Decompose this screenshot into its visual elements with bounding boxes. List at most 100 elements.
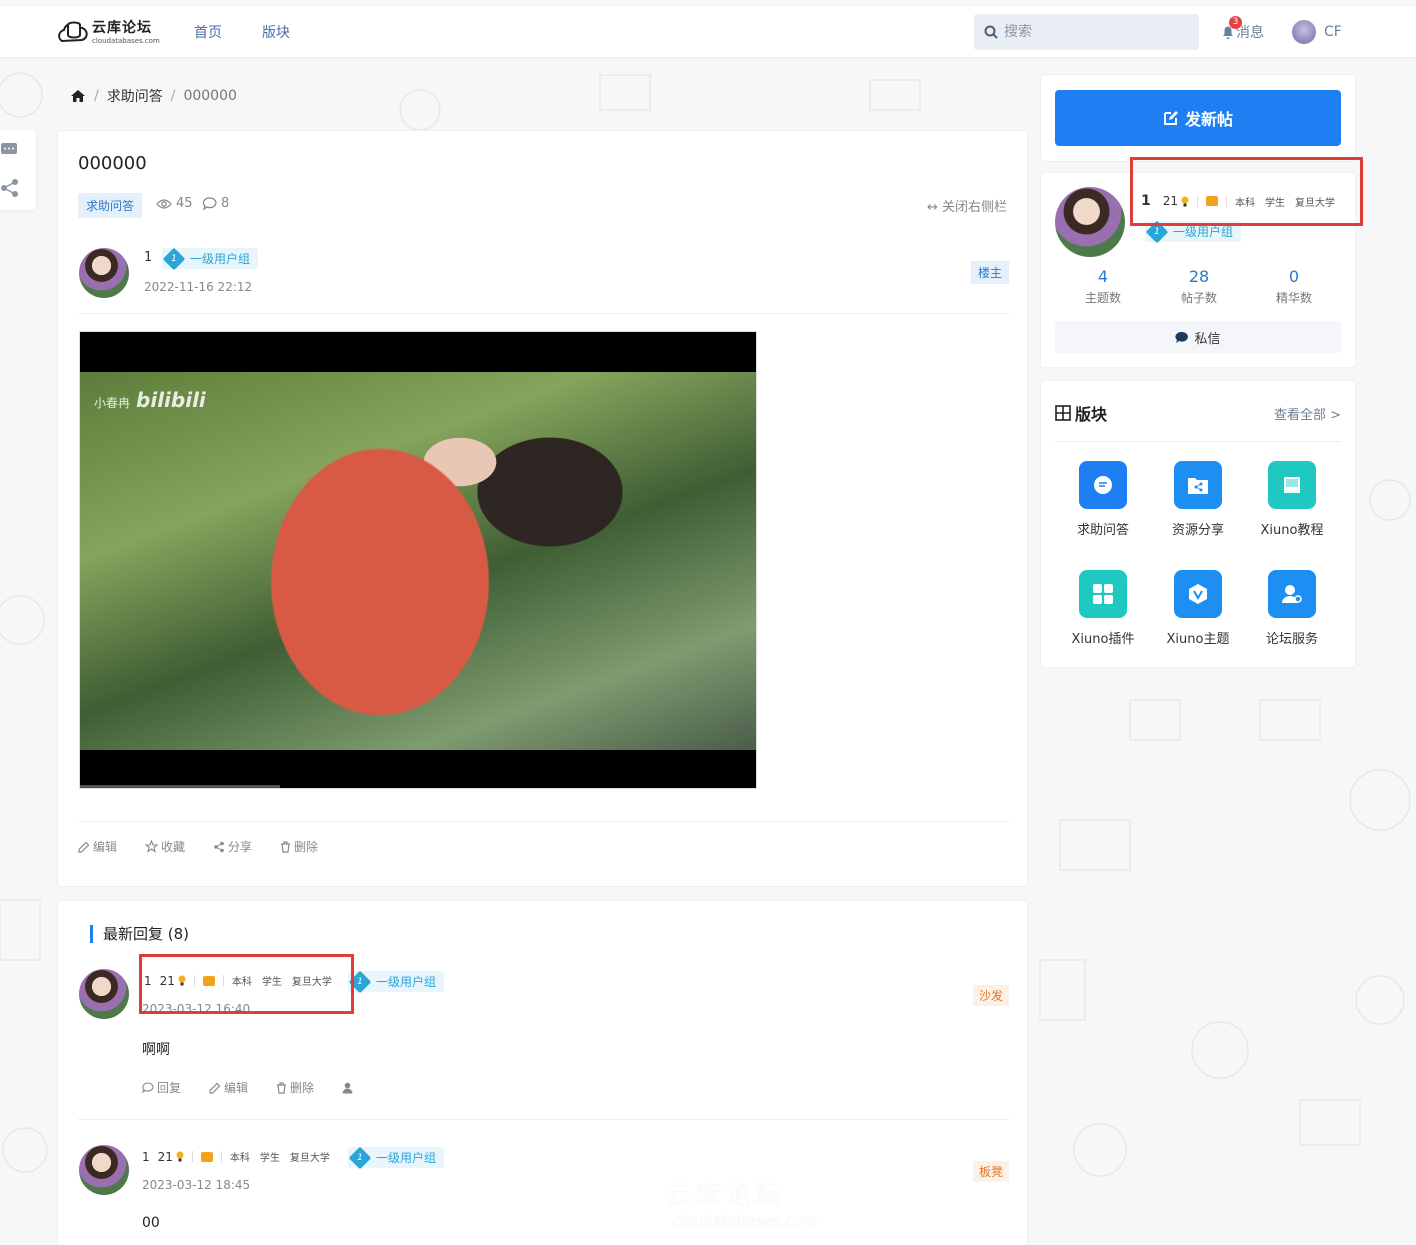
divider [220,1151,222,1162]
edit-button[interactable]: 编辑 [78,838,131,855]
forums-title: 版块 [1055,401,1107,425]
role-badge: 学生 [259,1153,280,1164]
floating-toolbar [0,130,36,210]
reply-author[interactable]: 1 [142,1150,150,1164]
search-icon [984,25,998,39]
bulb-icon [176,1151,184,1162]
stat-label: 主题数 [1084,291,1121,305]
user-service-icon [1268,570,1316,618]
comment-bubble-icon [203,197,217,210]
video-uploader: 小春冉 [94,396,131,410]
stat-label: 精华数 [1275,291,1312,305]
video-player[interactable]: 小春冉 bilibili [79,331,757,789]
replies-card: 最新回复 (8) 1 21 本科 学生 复旦大学 1 一级用户组 2023-03-… [57,900,1028,1245]
profile-avatar[interactable] [1055,187,1125,257]
video-progress-bar[interactable] [80,785,280,788]
private-message-label: 私信 [1194,331,1221,347]
view-all-link[interactable]: 查看全部 > [1274,401,1341,425]
trash-icon [281,840,291,853]
search-input[interactable] [1004,24,1184,40]
site-watermark: 云库论坛 [665,1181,786,1211]
grid-table-icon [1055,405,1071,421]
stat-value: 28 [1188,267,1210,286]
group-level-number: 1 [357,1152,363,1163]
forum-label: Xiuno教程 [1260,523,1324,538]
divider [191,1151,193,1162]
group-name: 一级用户组 [376,975,437,989]
post-actions: 编辑 收藏 分享 删除 [78,821,1009,855]
edit-square-icon [1163,111,1178,125]
delete-button[interactable]: 删除 [280,838,332,855]
share-icon [214,841,224,852]
nav-forums[interactable]: 版块 [262,22,290,42]
edit-label: 编辑 [93,840,118,854]
share-icon[interactable] [0,178,20,198]
search-box[interactable] [974,14,1199,50]
forum-services[interactable]: 论坛服务 [1244,570,1340,647]
forum-label: 资源分享 [1171,523,1224,538]
group-level-number: 1 [357,976,363,987]
share-button[interactable]: 分享 [213,838,266,855]
logo-text: 云库论坛 [92,20,152,36]
post-date: 2022-11-16 22:12 [144,280,253,294]
forum-qa[interactable]: 求助问答 [1055,461,1151,538]
favorite-button[interactable]: 收藏 [145,838,199,855]
site-logo[interactable]: 云库论坛 cloudatabases.com [56,15,166,51]
site-watermark-domain: cloudatabases.com [672,1212,818,1230]
forum-resources[interactable]: 资源分享 [1150,461,1246,538]
group-name: 一级用户组 [190,252,251,266]
stat-value: 0 [1288,267,1300,286]
author-name[interactable]: 1 [144,250,152,265]
user-menu[interactable]: CF [1292,20,1342,44]
share-label: 分享 [228,840,253,854]
reply-content: 啊啊 [142,1042,170,1058]
group-level-icon: 1 [162,247,186,270]
delete-button[interactable]: 删除 [276,1079,328,1096]
author-avatar[interactable] [79,248,129,298]
close-sidebar-label: 关闭右侧栏 [941,200,1007,215]
forums-title-text: 版块 [1075,405,1108,424]
trash-icon [277,1081,287,1094]
breadcrumb-forum[interactable]: 求助问答 [107,86,163,106]
private-message-button[interactable]: 私信 [1055,321,1341,353]
reply-avatar[interactable] [79,1145,129,1195]
delete-label: 删除 [290,1081,315,1095]
reply-button[interactable]: 回复 [142,1079,195,1096]
cloud-database-icon [58,21,88,43]
video-frame [80,372,756,750]
comment-count: 8 [203,196,229,211]
nav-home[interactable]: 首页 [194,22,222,42]
chat-icon [1079,461,1127,509]
owner-tag: 楼主 [970,261,1009,284]
forum-label: 求助问答 [1076,523,1129,538]
comment-icon[interactable] [0,142,20,158]
heading-accent-bar [90,924,93,943]
forum-tag[interactable]: 求助问答 [78,193,143,218]
user-action-button[interactable] [342,1079,353,1096]
reply-icon [142,1082,154,1093]
forum-plugins[interactable]: Xiuno插件 [1055,570,1151,647]
reply-avatar[interactable] [79,969,129,1019]
messages-button[interactable]: 3 消息 [1220,16,1264,42]
replies-heading: 最新回复 (8) [90,923,189,944]
favorite-label: 收藏 [161,840,186,854]
edit-button[interactable]: 编辑 [209,1079,262,1096]
close-sidebar-button[interactable]: ↔ 关闭右侧栏 [927,196,1007,215]
floor-tag: 沙发 [972,985,1009,1006]
degree-badge: 本科 [229,1153,250,1164]
topic-count-stat[interactable]: 4 主题数 [1055,267,1151,306]
digest-count-stat[interactable]: 0 精华数 [1246,267,1342,306]
forum-tutorials[interactable]: Xiuno教程 [1244,461,1340,538]
forum-label: 论坛服务 [1265,632,1318,647]
new-post-button[interactable]: 发新帖 [1055,90,1341,146]
group-name: 一级用户组 [376,1151,437,1165]
home-icon[interactable] [70,89,86,103]
breadcrumb-separator: / [170,88,176,104]
post-count-stat[interactable]: 28 帖子数 [1151,267,1247,306]
forum-themes[interactable]: Xiuno主题 [1150,570,1246,647]
reply-label: 回复 [157,1081,182,1095]
new-post-card: 发新帖 [1040,74,1356,162]
camera-badge-icon [200,1151,213,1162]
forum-label: Xiuno主题 [1166,632,1230,647]
message-count-badge: 3 [1229,16,1242,29]
